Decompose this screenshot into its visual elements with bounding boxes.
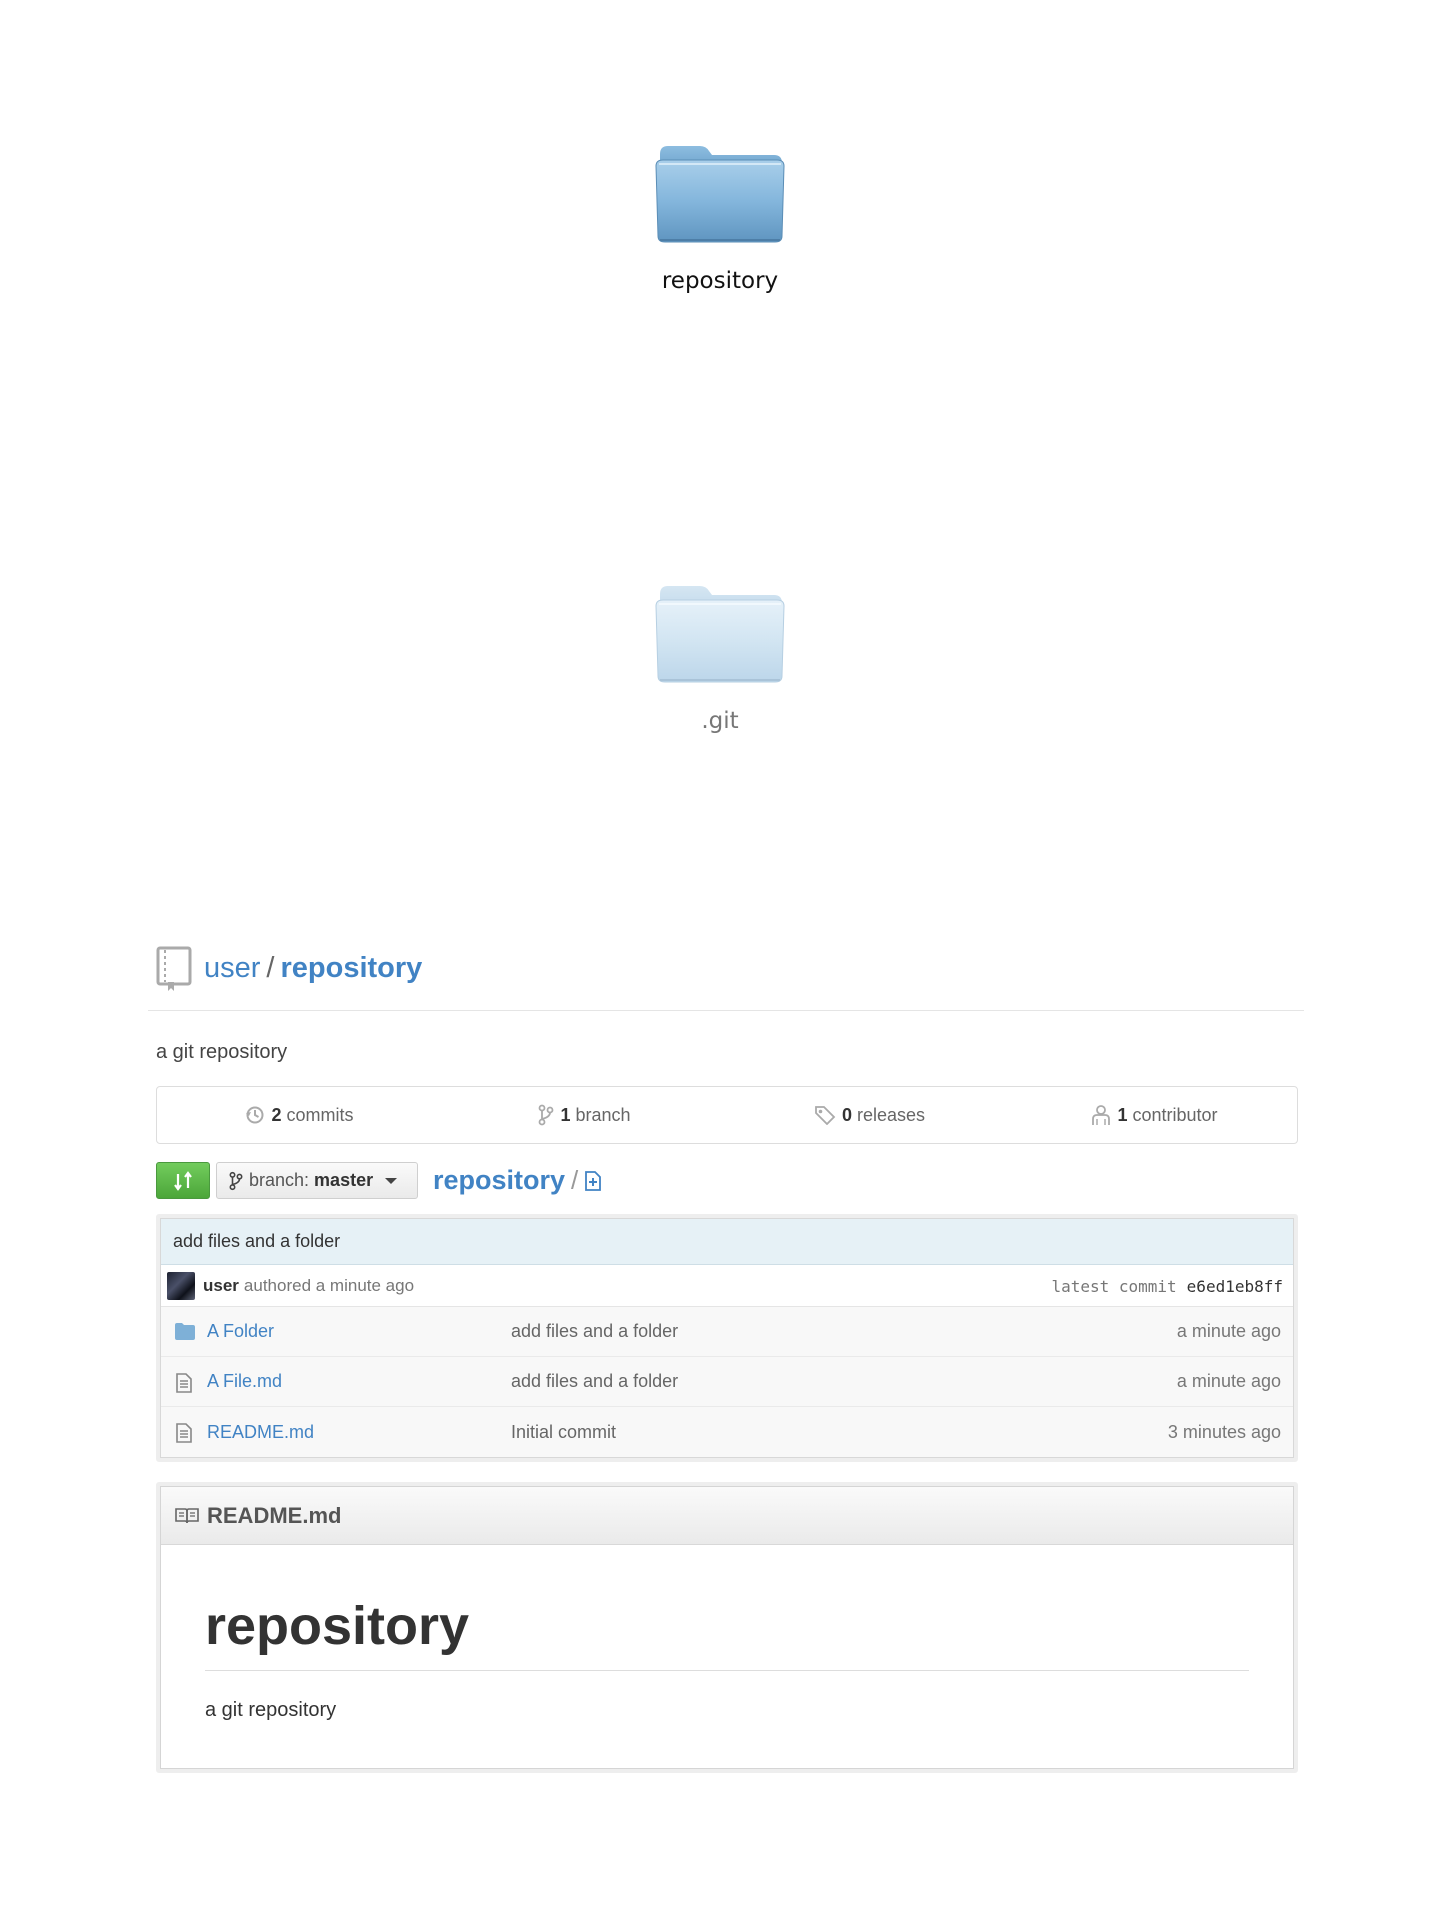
folder-icon-translucent [655,586,785,683]
header-divider [148,1010,1304,1011]
repo-title: user / repository [204,950,422,986]
repo-name-link[interactable]: repository [280,952,422,984]
file-text-icon [175,1423,193,1448]
branch-prefix: branch: [249,1170,310,1190]
stat-label: contributor [1132,1104,1218,1125]
file-commit-message[interactable]: Initial commit [511,1422,616,1443]
add-file-icon[interactable] [584,1170,602,1191]
git-folder[interactable]: .git [620,580,820,734]
stat-releases[interactable]: 0 releases [727,1087,1012,1143]
readme-heading: repository [205,1596,1249,1672]
commit-meta: user authored a minute ago latest commit… [161,1265,1293,1307]
file-commit-message[interactable]: add files and a folder [511,1371,678,1392]
readme-content: repository a git repository [161,1545,1293,1768]
stat-count: 1 [560,1104,571,1125]
file-name-link[interactable]: A File.md [207,1371,282,1392]
sha-label: latest commit [1051,1276,1177,1296]
github-repo-page: user / repository a git repository 2 commi… [148,940,1304,1774]
title-separator: / [266,952,275,984]
avatar[interactable] [167,1271,195,1300]
contributors-icon [1092,1105,1111,1125]
stat-branches[interactable]: 1 branch [442,1087,727,1143]
branch-select[interactable]: branch: master [216,1162,418,1199]
commit-sha-link[interactable]: e6ed1eb8ff [1187,1277,1283,1296]
file-name-link[interactable]: README.md [207,1422,314,1443]
file-age: a minute ago [1176,1321,1281,1341]
compare-button[interactable] [156,1162,210,1199]
folder-label: .git [701,708,739,734]
repository-folder[interactable]: repository [620,140,820,294]
book-icon [175,1507,199,1523]
file-navigation: branch: master repository / [156,1162,1304,1200]
repo-description: a git repository [156,1041,288,1063]
readme-paragraph: a git repository [205,1699,337,1722]
readme-filename: README.md [207,1502,342,1528]
commit-message[interactable]: add files and a folder [161,1219,1293,1265]
branch-name: master [314,1170,374,1190]
directory-icon [175,1323,195,1345]
stat-label: branch [575,1104,631,1125]
stat-count: 1 [1117,1104,1128,1125]
readme-header: README.md [161,1487,1293,1545]
chevron-down-icon [385,1177,398,1184]
file-text-icon [175,1373,193,1398]
readme-panel: README.md repository a git repository [156,1482,1298,1774]
stat-contributors[interactable]: 1 contributor [1012,1087,1297,1143]
stat-label: commits [286,1104,354,1125]
file-row-folder: A Folder add files and a folder a minute… [161,1307,1293,1357]
compare-icon [174,1170,192,1191]
stat-count: 0 [841,1104,852,1125]
history-icon [246,1106,264,1124]
stat-label: releases [856,1104,926,1125]
folder-icon [655,146,785,243]
breadcrumb-repo-link[interactable]: repository [433,1165,565,1196]
file-row-file: A File.md add files and a folder a minut… [161,1357,1293,1407]
repo-stats-bar: 2 commits 1 branch 0 releases 1 contribu… [156,1086,1298,1144]
tag-icon [815,1106,836,1125]
file-age: a minute ago [1176,1371,1281,1391]
stat-commits[interactable]: 2 commits [157,1087,442,1143]
latest-commit: latest commit e6ed1eb8ff [1051,1265,1283,1307]
repo-title-row: user / repository [148,940,1304,1010]
file-commit-message[interactable]: add files and a folder [511,1321,678,1342]
owner-link[interactable]: user [204,952,260,984]
file-name-link[interactable]: A Folder [207,1321,274,1342]
breadcrumb-separator: / [571,1165,579,1195]
file-browser: add files and a folder user authored a m… [156,1214,1298,1462]
branch-icon [229,1171,243,1190]
file-row-file: README.md Initial commit 3 minutes ago [161,1407,1293,1457]
commit-authored-time: authored a minute ago [243,1275,415,1295]
branch-icon [539,1104,554,1126]
repo-book-icon [156,946,192,997]
folder-label: repository [661,268,779,294]
stat-count: 2 [271,1104,282,1125]
file-age: 3 minutes ago [1167,1421,1281,1442]
breadcrumb: repository / [433,1162,602,1199]
commit-author[interactable]: user [203,1276,239,1296]
